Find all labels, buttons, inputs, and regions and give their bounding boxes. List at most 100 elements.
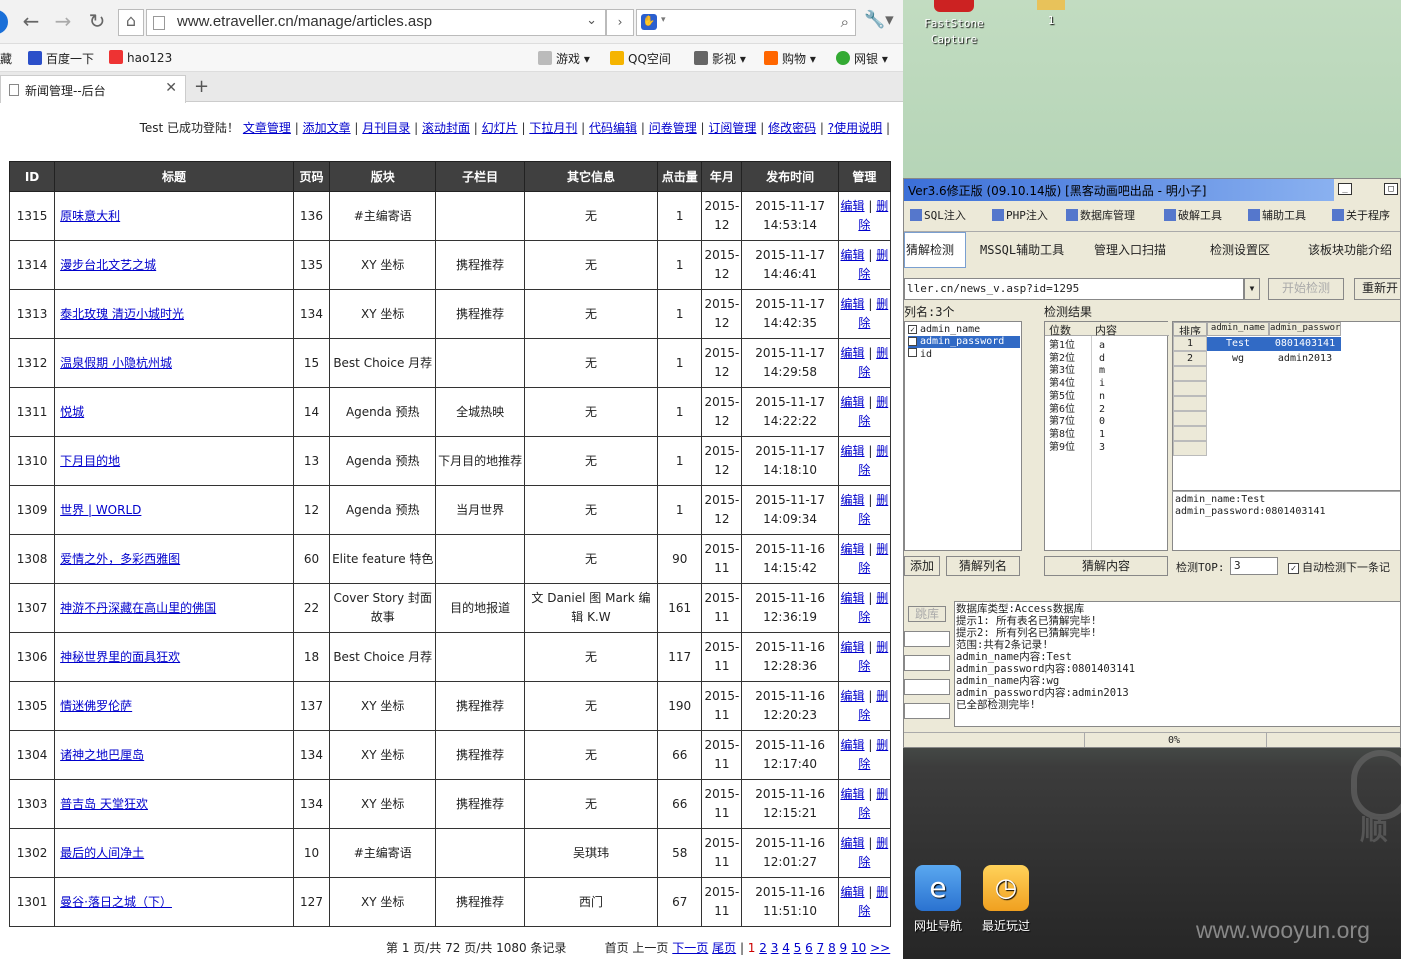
menu-tab[interactable]: 辅助工具 xyxy=(1248,207,1306,227)
article-title-link[interactable]: 泰北玫瑰 清迈小城时光 xyxy=(60,307,184,321)
article-title-link[interactable]: 普吉岛 天堂狂欢 xyxy=(60,797,148,811)
bookmark-bank[interactable]: 网银 ▾ xyxy=(836,50,888,67)
edit-link[interactable]: 编辑 xyxy=(841,787,865,801)
wrench-icon[interactable]: 🔧▾ xyxy=(864,10,894,30)
page-number-link[interactable]: 10 xyxy=(851,941,866,955)
pager-more-link[interactable]: >> xyxy=(870,941,890,955)
page-number-link[interactable]: 4 xyxy=(782,941,790,955)
page-number-link[interactable]: 6 xyxy=(805,941,813,955)
home-icon[interactable]: ⌂ xyxy=(118,9,144,36)
nav-link[interactable]: 幻灯片 xyxy=(482,121,518,135)
nav-link[interactable]: ?使用说明 xyxy=(828,121,882,135)
column-item[interactable]: id xyxy=(908,348,932,360)
edit-link[interactable]: 编辑 xyxy=(841,591,865,605)
nav-link[interactable]: 问卷管理 xyxy=(649,121,697,135)
edit-link[interactable]: 编辑 xyxy=(841,836,865,850)
menu-tab[interactable]: 破解工具 xyxy=(1164,207,1222,227)
bookmark-partial[interactable]: 藏 xyxy=(0,50,12,67)
chevron-down-icon[interactable]: ▾ xyxy=(1244,278,1260,300)
search-icon[interactable]: ⌕ xyxy=(841,13,849,31)
article-title-link[interactable]: 漫步台北文艺之城 xyxy=(60,258,156,272)
pager-next-link[interactable]: 下一页 xyxy=(672,941,708,955)
article-title-link[interactable]: 温泉假期 小隐杭州城 xyxy=(60,356,172,370)
menu-tab[interactable]: PHP注入 xyxy=(992,207,1048,227)
article-title-link[interactable]: 最后的人间净土 xyxy=(60,846,144,860)
tab-news-admin[interactable]: 新闻管理--后台 ✕ xyxy=(0,75,186,103)
page-number-link[interactable]: 2 xyxy=(759,941,767,955)
column-item[interactable]: ✓ admin_password xyxy=(908,336,1020,348)
grid-cell[interactable]: 1 xyxy=(1173,337,1207,351)
go-button[interactable]: › xyxy=(606,9,634,36)
sub-tab[interactable]: 管理入口扫描 xyxy=(1094,241,1166,258)
edit-link[interactable]: 编辑 xyxy=(841,346,865,360)
edit-link[interactable]: 编辑 xyxy=(841,444,865,458)
nav-link[interactable]: 下拉月刊 xyxy=(529,121,577,135)
bookmark-hao123[interactable]: hao123 xyxy=(109,50,172,65)
guess-columns-button[interactable]: 猜解列名 xyxy=(946,556,1020,576)
close-icon[interactable]: ✕ xyxy=(165,80,177,96)
bookmark-video[interactable]: 影视 ▾ xyxy=(694,50,746,67)
grid-cell[interactable]: 0801403141 xyxy=(1269,337,1341,351)
web-nav-shortcut[interactable]: e 网址导航 xyxy=(908,865,968,934)
article-title-link[interactable]: 情迷佛罗伦萨 xyxy=(60,699,132,713)
grid-cell[interactable]: 2 xyxy=(1173,352,1207,366)
forward-icon[interactable]: → xyxy=(52,10,74,32)
grid-cell[interactable]: Test xyxy=(1207,337,1269,351)
minimize-icon[interactable]: _ xyxy=(1338,183,1352,195)
top-input[interactable]: 3 xyxy=(1230,557,1278,575)
edit-link[interactable]: 编辑 xyxy=(841,640,865,654)
article-title-link[interactable]: 神游不丹深藏在高山里的佛国 xyxy=(60,601,216,615)
nav-link[interactable]: 订阅管理 xyxy=(708,121,756,135)
edit-link[interactable]: 编辑 xyxy=(841,493,865,507)
article-title-link[interactable]: 下月目的地 xyxy=(60,454,120,468)
article-title-link[interactable]: 世界 | WORLD xyxy=(60,503,141,517)
menu-tab[interactable]: 关于程序 xyxy=(1332,207,1390,227)
start-detect-button[interactable]: 开始检测 xyxy=(1268,278,1344,300)
back-icon[interactable]: ← xyxy=(20,10,42,32)
column-item[interactable]: ✓ admin_name xyxy=(908,324,980,336)
sub-tab[interactable]: 检测设置区 xyxy=(1210,241,1270,258)
sub-tab[interactable]: 该板块功能介绍 xyxy=(1308,241,1392,258)
checkbox-icon[interactable] xyxy=(908,348,917,357)
add-button[interactable]: 添加 xyxy=(904,556,940,576)
side-field-4[interactable] xyxy=(904,703,950,719)
chevron-down-icon[interactable]: ⌄ xyxy=(586,13,597,28)
restart-button[interactable]: 重新开 xyxy=(1354,278,1400,300)
sub-tab[interactable]: 猜解检测 xyxy=(906,241,954,258)
check-icon[interactable]: ✓ xyxy=(908,325,917,334)
nav-link[interactable]: 文章管理 xyxy=(243,121,291,135)
recent-games-shortcut[interactable]: ◷ 最近玩过 xyxy=(976,865,1036,934)
article-title-link[interactable]: 原味意大利 xyxy=(60,209,120,223)
edit-link[interactable]: 编辑 xyxy=(841,689,865,703)
address-bar[interactable]: www.etraveller.cn/manage/articles.asp ⌄ xyxy=(146,9,606,36)
auto-detect-checkbox[interactable]: ✓ 自动检测下一条记 xyxy=(1288,559,1390,575)
side-field-1[interactable] xyxy=(904,631,950,647)
article-title-link[interactable]: 悦城 xyxy=(60,405,84,419)
menu-tab[interactable]: SQL注入 xyxy=(910,207,966,227)
nav-link[interactable]: 添加文章 xyxy=(303,121,351,135)
nav-link[interactable]: 修改密码 xyxy=(768,121,816,135)
grid-cell[interactable]: admin2013 xyxy=(1269,352,1341,366)
edit-link[interactable]: 编辑 xyxy=(841,297,865,311)
folder-shortcut[interactable]: 1 xyxy=(1031,0,1071,27)
maximize-icon[interactable]: □ xyxy=(1384,183,1398,195)
article-title-link[interactable]: 神秘世界里的面具狂欢 xyxy=(60,650,180,664)
nav-link[interactable]: 滚动封面 xyxy=(422,121,470,135)
article-title-link[interactable]: 诸神之地巴厘岛 xyxy=(60,748,144,762)
edit-link[interactable]: 编辑 xyxy=(841,395,865,409)
new-tab-icon[interactable]: + xyxy=(194,76,209,97)
refresh-icon[interactable]: ↻ xyxy=(86,10,108,32)
bookmark-qzone[interactable]: QQ空间 xyxy=(610,50,671,67)
pager-last-link[interactable]: 尾页 xyxy=(712,941,736,955)
bookmark-games[interactable]: 游戏 ▾ xyxy=(538,50,590,67)
sub-tab[interactable]: MSSQL辅助工具 xyxy=(980,241,1064,258)
guess-content-button[interactable]: 猜解内容 xyxy=(1044,556,1168,576)
article-title-link[interactable]: 爱情之外，多彩西雅图 xyxy=(60,552,180,566)
menu-tab[interactable]: 数据库管理 xyxy=(1066,207,1135,227)
page-number-link[interactable]: 8 xyxy=(828,941,836,955)
nav-link[interactable]: 月刊目录 xyxy=(362,121,410,135)
nav-link[interactable]: 代码编辑 xyxy=(589,121,637,135)
edit-link[interactable]: 编辑 xyxy=(841,248,865,262)
edit-link[interactable]: 编辑 xyxy=(841,542,865,556)
chevron-down-icon[interactable]: ▾ xyxy=(661,15,666,25)
